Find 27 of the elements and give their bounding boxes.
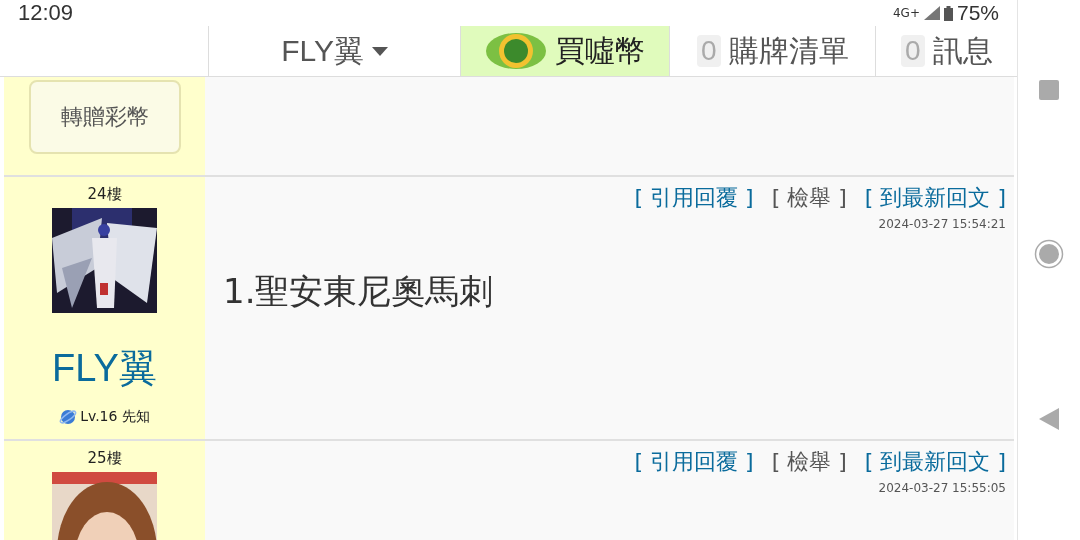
post-timestamp: 2024-03-27 15:54:21 [878,217,1007,231]
user-level: Lv.16 先知 [80,408,150,426]
action-link[interactable]: [ 到最新回文 ] [864,447,1006,477]
post-timestamp: 2024-03-27 15:55:05 [878,481,1007,495]
home-icon[interactable] [1034,239,1064,269]
recents-icon[interactable] [1039,79,1059,100]
action-link[interactable]: [ 檢舉 ] [771,447,847,477]
caret-icon [371,46,388,56]
buy-coins-button[interactable]: 買噓幣 [460,26,671,76]
planet-icon [59,408,78,426]
network-type: 4G+ [892,6,920,20]
signal-icon [923,6,940,20]
status-time: 12:09 [18,0,74,26]
back-icon[interactable] [1039,408,1059,431]
action-link[interactable]: [ 引用回覆 ] [634,183,754,213]
action-link[interactable]: [ 引用回覆 ] [634,447,754,477]
username-link[interactable]: FLY翼 [52,343,157,394]
action-link[interactable]: [ 到最新回文 ] [864,183,1006,213]
battery-icon [943,5,953,21]
floor-number: 24樓 [87,185,122,204]
post-body: 1.聖安東尼奧馬刺 [222,270,495,313]
cart-count: 0 [696,35,721,67]
floor-number: 25樓 [87,449,122,468]
messages-count: 0 [900,35,925,67]
gift-coins-button[interactable]: 轉贈彩幣 [28,80,181,154]
action-link[interactable]: [ 檢舉 ] [771,183,847,213]
battery-percent: 75% [956,1,999,25]
